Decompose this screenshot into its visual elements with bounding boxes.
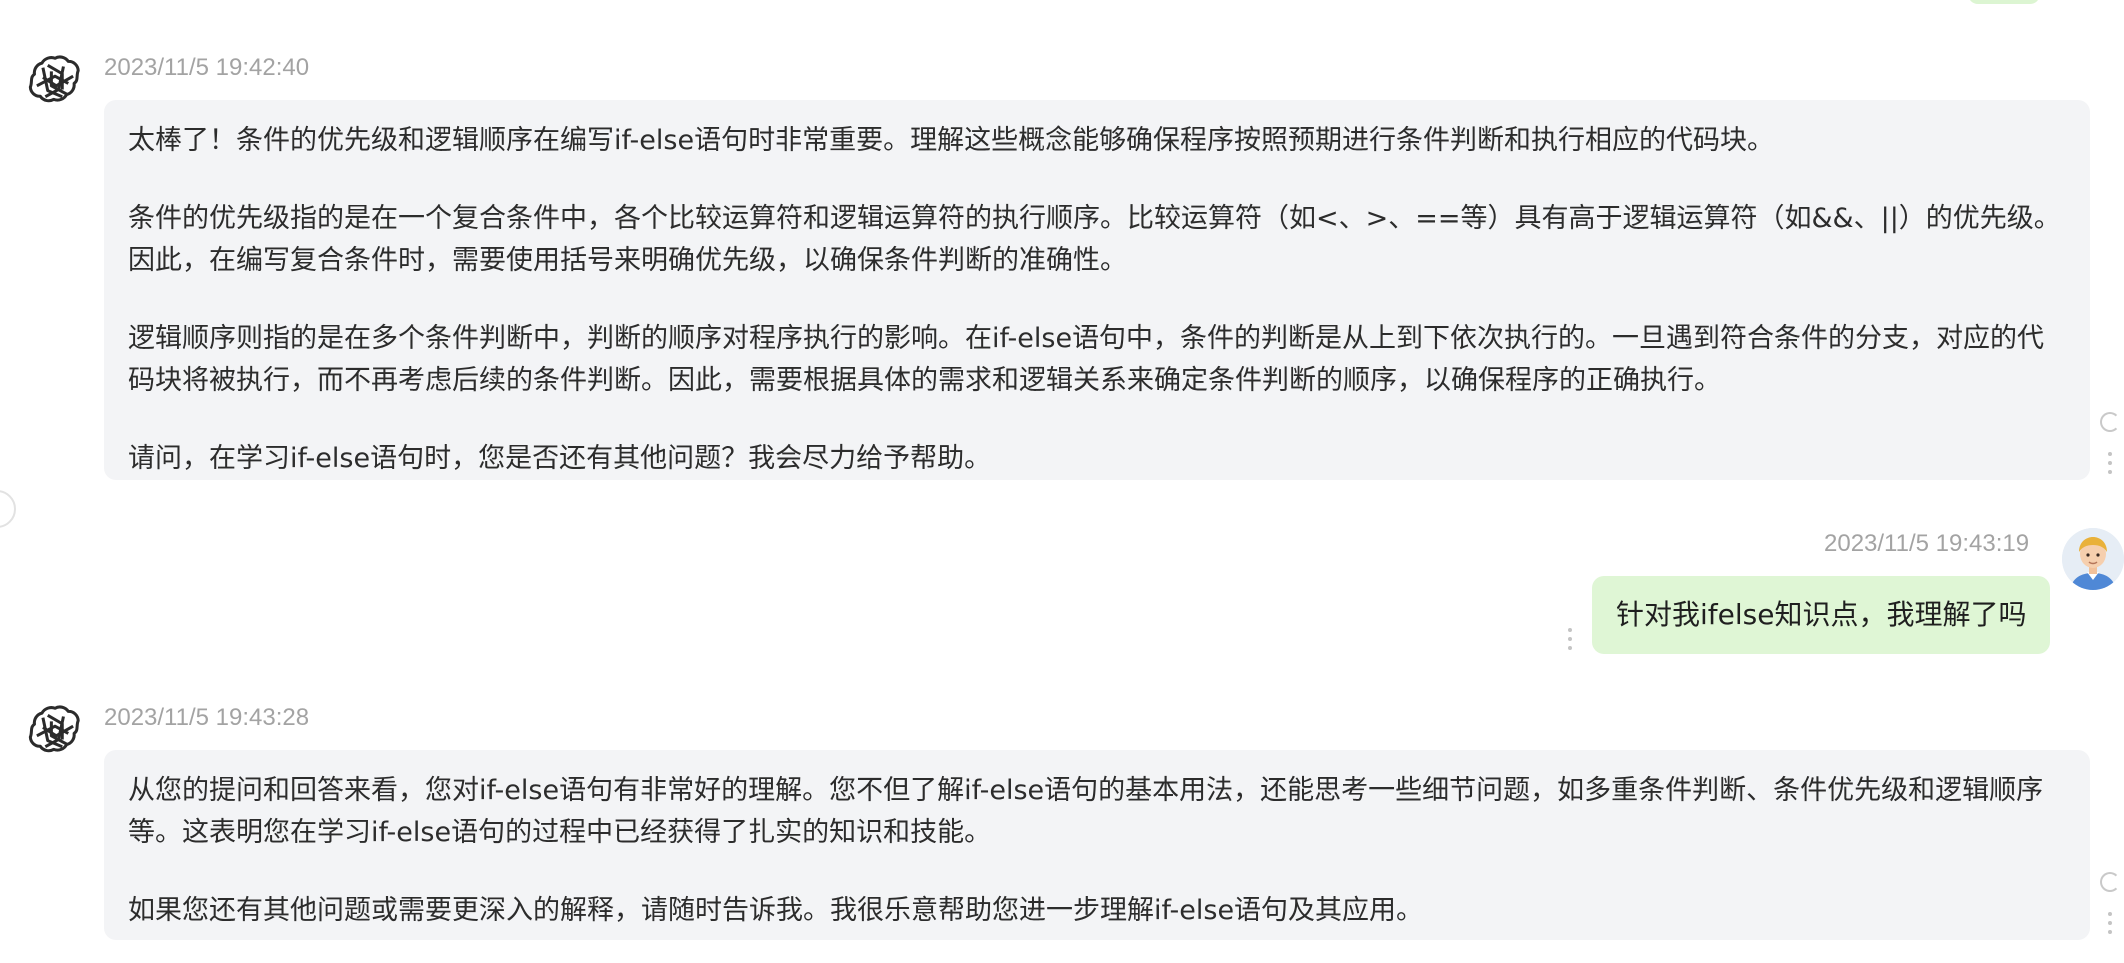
chat-thread: 2023/11/5 19:42:40 太棒了！条件的优先级和逻辑顺序在编写if-…	[0, 0, 2124, 963]
message-paragraph: 逻辑顺序则指的是在多个条件判断中，判断的顺序对程序执行的影响。在if-else语…	[128, 323, 2045, 396]
user-avatar-icon	[2062, 528, 2124, 590]
assistant-message-bubble: 从您的提问和回答来看，您对if-else语句有非常好的理解。您不但了解if-el…	[104, 750, 2090, 940]
user-message-bubble: 针对我ifelse知识点，我理解了吗	[1592, 576, 2051, 654]
message-paragraph: 请问，在学习if-else语句时，您是否还有其他问题？我会尽力给予帮助。	[128, 443, 992, 474]
more-vertical-icon[interactable]	[2108, 452, 2114, 479]
message-paragraph: 从您的提问和回答来看，您对if-else语句有非常好的理解。您不但了解if-el…	[128, 775, 2044, 848]
message-paragraph: 太棒了！条件的优先级和逻辑顺序在编写if-else语句时非常重要。理解这些概念能…	[128, 125, 1775, 156]
message-paragraph: 如果您还有其他问题或需要更深入的解释，请随时告诉我。我很乐意帮助您进一步理解if…	[128, 895, 1424, 926]
sidebar-toggle-button[interactable]	[0, 490, 16, 528]
more-vertical-icon[interactable]	[1568, 628, 1574, 655]
previous-user-bubble	[1968, 0, 2040, 4]
refresh-icon[interactable]	[2100, 872, 2120, 892]
refresh-icon[interactable]	[2100, 412, 2120, 432]
openai-logo-icon	[26, 52, 84, 110]
message-timestamp: 2023/11/5 19:43:28	[104, 704, 310, 731]
message-paragraph: 条件的优先级指的是在一个复合条件中，各个比较运算符和逻辑运算符的执行顺序。比较运…	[128, 203, 2061, 276]
message-timestamp: 2023/11/5 19:43:19	[1824, 530, 2030, 557]
message-timestamp: 2023/11/5 19:42:40	[104, 54, 310, 81]
assistant-message-bubble: 太棒了！条件的优先级和逻辑顺序在编写if-else语句时非常重要。理解这些概念能…	[104, 100, 2090, 480]
more-vertical-icon[interactable]	[2108, 912, 2114, 939]
openai-logo-icon	[26, 702, 84, 760]
